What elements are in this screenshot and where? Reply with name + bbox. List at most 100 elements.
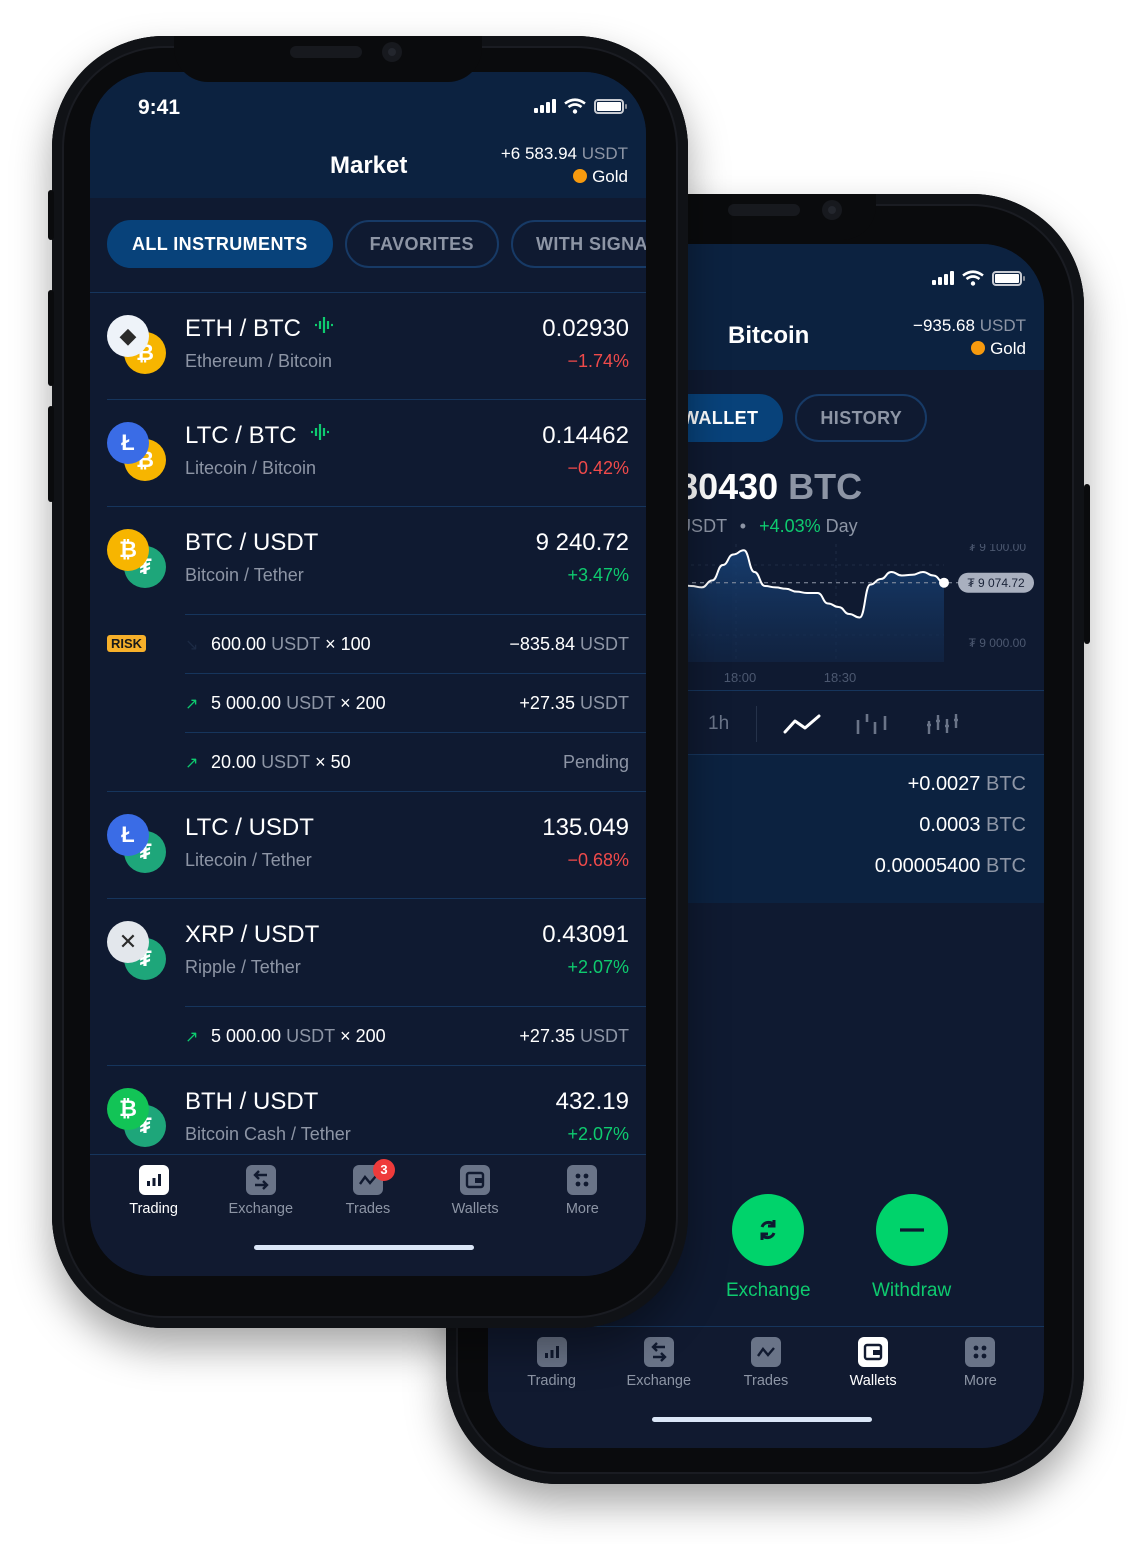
trade-row[interactable]: ↗ 5 000.00 USDT × 200 +27.35 USDT <box>107 1007 646 1066</box>
exchange-action-circle[interactable] <box>732 1194 805 1266</box>
nav-item-exchange[interactable]: Exchange <box>609 1337 709 1389</box>
tab-history[interactable]: HISTORY <box>795 394 928 442</box>
instrument-row[interactable]: ₮ ✕ XRP / USDT Ripple / Tether 0.43091 +… <box>107 899 646 1006</box>
grid-dots-icon <box>567 1165 598 1195</box>
battery-icon <box>992 270 1025 286</box>
balance-currency: USDT <box>979 316 1026 335</box>
trade-result: +27.35 USDT <box>519 1026 629 1047</box>
nav-label: Wallets <box>451 1201 499 1217</box>
exchange-action-button[interactable]: Exchange <box>726 1194 811 1302</box>
trade-row[interactable]: ↗ 20.00 USDT × 50 Pending <box>107 733 646 792</box>
instrument-row[interactable]: ₮ Ł LTC / USDT Litecoin / Tether 135.049… <box>107 792 646 899</box>
bottom-nav: Trading Exchange Trades 3 Wallets More <box>90 1154 646 1276</box>
info-value-0: +0.0027 BTC <box>908 773 1026 796</box>
trade-row[interactable]: RISK ↘ 600.00 USDT × 100 −835.84 USDT <box>107 615 646 674</box>
pair-price: 0.02930 <box>542 315 629 342</box>
account-balance: +6 583.94 USDT Gold <box>501 142 628 188</box>
pair-change: −1.74% <box>567 351 629 371</box>
pair-change: +3.47% <box>567 565 629 585</box>
exchange-arrows-icon <box>643 1337 674 1367</box>
trade-amount: 5 000.00 <box>211 1026 282 1046</box>
x-tick-label: 18:30 <box>824 670 857 684</box>
info-currency: BTC <box>986 814 1026 836</box>
speaker <box>728 204 800 216</box>
coin-pair-icon: ₮ Ł <box>107 814 169 876</box>
litecoin-icon: Ł <box>107 814 149 856</box>
nav-item-more[interactable]: More <box>532 1165 632 1217</box>
bar-chart-icon <box>138 1165 169 1195</box>
nav-item-more[interactable]: More <box>930 1337 1030 1389</box>
trade-currency: USDT <box>261 752 311 772</box>
nav-item-exchange[interactable]: Exchange <box>211 1165 311 1217</box>
info-value-2: 0.00005400 BTC <box>875 855 1026 878</box>
trade-result-value: +27.35 <box>519 1026 575 1046</box>
front-camera <box>382 42 402 62</box>
withdraw-action-button[interactable]: Withdraw <box>872 1194 951 1302</box>
divider <box>756 706 757 742</box>
pair-name: LTC / BTC <box>185 422 331 450</box>
pair-change: −0.68% <box>567 850 629 870</box>
tab-all-instruments[interactable]: ALL INSTRUMENTS <box>107 220 333 268</box>
pair-full-name: Litecoin / Tether <box>185 850 312 870</box>
nav-item-trading[interactable]: Trading <box>104 1165 204 1217</box>
instrument-row[interactable]: ₿ ◆ ETH / BTC Ethereum / Bitcoin 0.02930… <box>107 293 646 400</box>
coin-pair-icon: ₮ ₿ <box>107 1088 169 1150</box>
info-amount: 0.00005400 <box>874 855 981 877</box>
page-title: Bitcoin <box>728 322 810 349</box>
nav-item-trades[interactable]: Trades 3 <box>318 1159 418 1217</box>
trade-amount: 600.00 <box>211 634 267 654</box>
nav-item-trades[interactable]: Trades <box>716 1337 816 1389</box>
front-camera <box>822 200 842 220</box>
pair-price: 432.19 <box>555 1088 629 1115</box>
nav-item-wallets[interactable]: Wallets <box>823 1337 923 1389</box>
withdraw-action-label[interactable]: Withdraw <box>872 1280 951 1302</box>
wallet-icon <box>460 1165 491 1195</box>
trade-result: +27.35 USDT <box>519 693 629 714</box>
arrow-down-right-icon: ↘ <box>185 636 199 654</box>
line-chart-icon[interactable] <box>783 713 821 735</box>
trade-result-value: −835.84 <box>509 634 575 654</box>
pair-price: 135.049 <box>542 814 629 841</box>
instrument-row[interactable]: ₮ ₿ BTC / USDT Bitcoin / Tether 9 240.72… <box>107 507 646 614</box>
tab-with-signals[interactable]: WITH SIGNALS <box>510 220 646 268</box>
arrow-up-right-icon: ↗ <box>185 1028 199 1046</box>
tab-favorites[interactable]: FAVORITES <box>344 220 499 268</box>
exchange-action-label[interactable]: Exchange <box>726 1280 811 1302</box>
trade-currency: USDT <box>286 1026 336 1046</box>
trade-row[interactable]: ↗ 5 000.00 USDT × 200 +27.35 USDT <box>185 674 646 733</box>
trade-amount: 5 000.00 <box>211 693 282 713</box>
candlestick-icon[interactable] <box>925 712 961 736</box>
instrument-row[interactable]: ₿ Ł LTC / BTC Litecoin / Bitcoin 0.14462… <box>107 400 646 507</box>
bitcoin-cash-icon: ₿ <box>107 1088 149 1130</box>
withdraw-action-circle[interactable] <box>875 1194 948 1266</box>
nav-label: More <box>963 1373 997 1389</box>
timeframe-1h[interactable]: 1h <box>708 713 756 735</box>
nav-label: Trading <box>527 1373 576 1389</box>
trade-result: Pending <box>563 752 629 773</box>
market-phone-frame: 9:41 Market +6 583.94 USDT Gold ALL INST… <box>48 36 688 1328</box>
day-label: Day <box>825 516 858 536</box>
wallet-icon <box>858 1337 889 1367</box>
home-indicator[interactable] <box>652 1417 872 1422</box>
nav-item-trading[interactable]: Trading <box>502 1337 602 1389</box>
trade-multiplier: × 50 <box>315 752 351 772</box>
nav-label: Trading <box>129 1201 178 1217</box>
trade-amount: 20.00 <box>211 752 257 772</box>
bar-ohlc-icon[interactable] <box>855 712 891 736</box>
signal-waveform-icon[interactable] <box>309 423 331 441</box>
wifi-icon <box>564 98 586 114</box>
trade-result-currency: USDT <box>580 1026 629 1046</box>
balance-amount: +6 583.94 <box>500 144 577 163</box>
status-icons <box>534 98 627 114</box>
arrow-up-right-icon: ↗ <box>185 754 199 772</box>
nav-item-wallets[interactable]: Wallets <box>425 1165 525 1217</box>
page-title: Market <box>330 152 408 179</box>
trade-result-currency: USDT <box>580 634 629 654</box>
nav-label: Wallets <box>849 1373 897 1389</box>
gold-tier-dot-icon <box>573 169 588 183</box>
info-value-1: 0.0003 BTC <box>919 814 1026 837</box>
home-indicator[interactable] <box>254 1245 474 1250</box>
trade-position: ↗ 20.00 USDT × 50 <box>185 752 351 773</box>
signal-waveform-icon[interactable] <box>313 316 335 334</box>
instrument-tabs: ALL INSTRUMENTS FAVORITES WITH SIGNALS <box>107 220 646 268</box>
